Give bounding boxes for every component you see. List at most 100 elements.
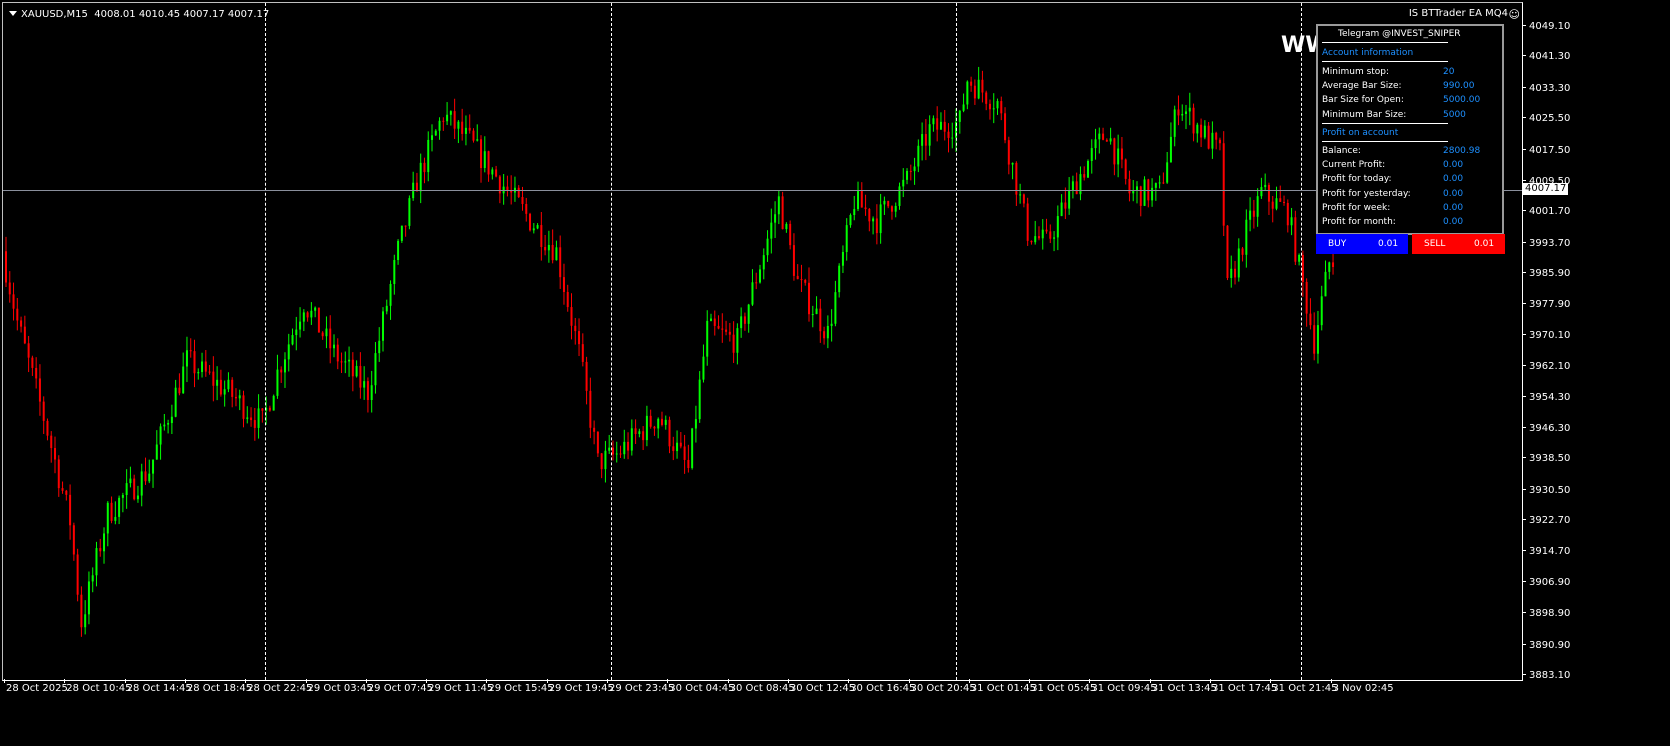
candle-body [374,353,377,386]
candle [1203,120,1206,140]
candle [299,307,302,338]
candle-body [578,331,581,345]
candle-body [178,387,181,394]
time-label: 29 Oct 23:45 [609,683,675,694]
candle [766,230,769,262]
candle [1109,127,1112,145]
info-label: Bar Size for Open: [1322,95,1404,106]
candle [268,405,271,412]
candle [611,440,614,461]
candle [35,357,38,389]
info-label: Minimum Bar Size: [1322,109,1407,120]
candle [1226,225,1229,281]
candle [468,114,471,134]
candle [947,123,950,153]
candle-body [645,415,648,441]
candle [936,106,939,142]
candle-body [777,196,780,215]
candle-body [1211,132,1214,149]
candle-body [1154,183,1157,188]
candle-body [623,441,626,455]
candle [890,205,893,220]
time-label: 31 Oct 21:45 [1272,683,1338,694]
candle-body [1222,143,1225,226]
candle [691,427,694,470]
candle [921,122,924,161]
candle [1113,137,1116,176]
dropdown-triangle-icon[interactable] [9,11,17,16]
candle-body [393,260,396,284]
candle-body [20,320,23,327]
candle-body [702,356,705,380]
candle [1117,134,1120,178]
price-label: 3970.10 [1523,330,1570,341]
candle-body [555,247,558,261]
candle-body [61,488,64,491]
candle [393,254,396,295]
candle [46,418,49,441]
candle-body [299,321,302,330]
candle-body [875,218,878,234]
candle-body [1215,132,1218,140]
candle [332,334,335,358]
smiley-icon[interactable]: ☺ [1509,8,1520,21]
candle-body [574,325,577,332]
candle [841,245,844,273]
candle [453,98,456,140]
candle [902,168,905,198]
candle-body [1320,296,1323,326]
ohlc-values: 4008.01 4010.45 4007.17 4007.17 [94,9,270,20]
candle-body [811,314,814,316]
price-label: 3898.90 [1523,609,1570,619]
candle [872,216,875,235]
candle-body [872,218,875,222]
candle [823,326,826,345]
info-value: 0.00 [1443,160,1464,171]
candle [706,310,709,366]
candle-body [1022,194,1025,204]
candle-body [227,379,230,390]
candle-body [906,170,909,180]
candle-body [1090,148,1093,161]
candle [970,76,973,92]
candle-body [887,200,890,207]
time-tick [124,679,126,683]
candle [366,377,369,413]
candle-body [344,361,347,363]
candle [1098,127,1101,154]
candle-body [38,378,41,402]
time-label: 28 Oct 14:45 [126,683,192,694]
candle [1245,209,1248,268]
candle [898,182,901,210]
sell-button[interactable]: SELL 0.01 [1412,234,1505,254]
buy-button[interactable]: BUY 0.01 [1316,234,1408,254]
candle-body [163,424,166,427]
candle-body [487,151,490,175]
candle [1237,238,1240,282]
candle-body [189,350,192,352]
candle [95,541,98,587]
day-separator [265,3,266,680]
candle-body [223,389,226,395]
candle-body [231,379,234,397]
chart-area[interactable]: XAUUSD,M15 4008.01 4010.45 4007.17 4007.… [2,2,1523,681]
candle-body [283,359,286,373]
candle-body [404,225,407,227]
candle-body [1196,124,1199,134]
candle-body [943,121,946,132]
candle [849,213,852,228]
expert-advisor-name: IS BTTrader EA MQ4 [1408,8,1508,19]
candle [23,315,26,345]
candle-body [672,446,675,452]
candle-body [596,431,599,454]
candle [1124,158,1127,185]
candle [91,567,94,593]
candle-body [23,326,26,344]
candle-body [46,420,49,436]
candle [694,405,697,443]
candle [627,432,630,460]
candle-body [792,245,795,276]
candle-body [751,282,754,305]
candle [1056,205,1059,251]
candle [291,328,294,346]
